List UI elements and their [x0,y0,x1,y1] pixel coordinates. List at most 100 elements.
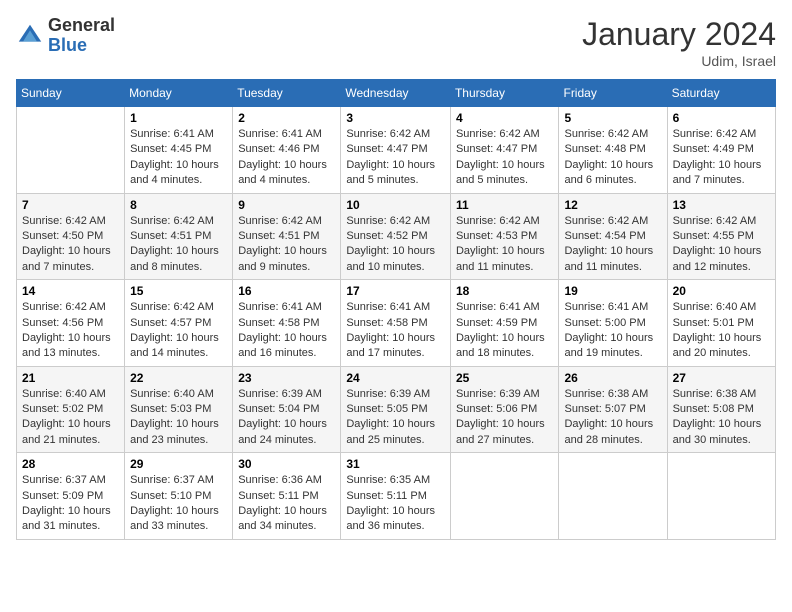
day-info: Sunrise: 6:41 AM Sunset: 4:59 PM Dayligh… [456,300,554,362]
day-info: Sunrise: 6:41 AM Sunset: 4:58 PM Dayligh… [346,300,445,362]
calendar-cell [17,107,125,194]
calendar-cell [559,453,667,540]
header-cell-wednesday: Wednesday [341,80,451,107]
calendar-cell: 19 Sunrise: 6:41 AM Sunset: 5:00 PM Dayli… [559,280,667,367]
calendar-cell: 3 Sunrise: 6:42 AM Sunset: 4:47 PM Daylig… [341,107,451,194]
calendar-body: 1 Sunrise: 6:41 AM Sunset: 4:45 PM Daylig… [17,107,776,540]
day-info: Sunrise: 6:42 AM Sunset: 4:56 PM Dayligh… [22,300,119,362]
calendar-cell: 5Sunrise: 6:42 AM Sunset: 4:48 PM Daylig… [559,107,667,194]
calendar-cell: 1 Sunrise: 6:41 AM Sunset: 4:45 PM Daylig… [125,107,233,194]
day-number: 2 [238,111,335,125]
day-number: 20 [673,284,770,298]
day-number: 17 [346,284,445,298]
day-number: 22 [130,371,227,385]
logo: General Blue [16,16,115,56]
calendar-cell: 27 Sunrise: 6:38 AM Sunset: 5:08 PM Dayli… [667,366,775,453]
calendar-week-3: 14 Sunrise: 6:42 AM Sunset: 4:56 PM Dayli… [17,280,776,367]
calendar-cell: 28 Sunrise: 6:37 AM Sunset: 5:09 PM Dayli… [17,453,125,540]
day-info: Sunrise: 6:41 AM Sunset: 4:58 PM Dayligh… [238,300,335,362]
day-info: Sunrise: 6:39 AM Sunset: 5:06 PM Dayligh… [456,387,554,449]
calendar-cell: 6Sunrise: 6:42 AM Sunset: 4:49 PM Daylig… [667,107,775,194]
calendar-cell [667,453,775,540]
calendar-cell: 21 Sunrise: 6:40 AM Sunset: 5:02 PM Dayli… [17,366,125,453]
day-number: 24 [346,371,445,385]
calendar-cell: 18 Sunrise: 6:41 AM Sunset: 4:59 PM Dayli… [450,280,559,367]
day-info: Sunrise: 6:41 AM Sunset: 5:00 PM Dayligh… [564,300,661,362]
day-info: Sunrise: 6:42 AM Sunset: 4:50 PM Dayligh… [22,214,119,276]
calendar-table: SundayMondayTuesdayWednesdayThursdayFrid… [16,79,776,540]
day-number: 1 [130,111,227,125]
day-number: 5 [564,111,661,125]
day-info: Sunrise: 6:35 AM Sunset: 5:11 PM Dayligh… [346,473,445,535]
calendar-cell: 8 Sunrise: 6:42 AM Sunset: 4:51 PM Daylig… [125,193,233,280]
calendar-cell: 15Sunrise: 6:42 AM Sunset: 4:57 PM Dayli… [125,280,233,367]
calendar-cell: 9Sunrise: 6:42 AM Sunset: 4:51 PM Daylig… [233,193,341,280]
day-number: 11 [456,198,554,212]
day-info: Sunrise: 6:37 AM Sunset: 5:09 PM Dayligh… [22,473,119,535]
day-info: Sunrise: 6:40 AM Sunset: 5:03 PM Dayligh… [130,387,227,449]
logo-blue: Blue [48,36,115,56]
day-number: 8 [130,198,227,212]
logo-icon [16,22,44,50]
day-info: Sunrise: 6:38 AM Sunset: 5:07 PM Dayligh… [564,387,661,449]
calendar-week-4: 21 Sunrise: 6:40 AM Sunset: 5:02 PM Dayli… [17,366,776,453]
day-number: 7 [22,198,119,212]
day-info: Sunrise: 6:39 AM Sunset: 5:05 PM Dayligh… [346,387,445,449]
day-number: 26 [564,371,661,385]
day-info: Sunrise: 6:41 AM Sunset: 4:45 PM Dayligh… [130,127,227,189]
calendar-header: SundayMondayTuesdayWednesdayThursdayFrid… [17,80,776,107]
header-cell-tuesday: Tuesday [233,80,341,107]
day-number: 3 [346,111,445,125]
day-number: 27 [673,371,770,385]
day-info: Sunrise: 6:42 AM Sunset: 4:51 PM Dayligh… [130,214,227,276]
day-number: 18 [456,284,554,298]
day-number: 23 [238,371,335,385]
day-info: Sunrise: 6:42 AM Sunset: 4:47 PM Dayligh… [456,127,554,189]
calendar-cell: 24 Sunrise: 6:39 AM Sunset: 5:05 PM Dayli… [341,366,451,453]
calendar-cell: 7 Sunrise: 6:42 AM Sunset: 4:50 PM Daylig… [17,193,125,280]
calendar-cell: 14 Sunrise: 6:42 AM Sunset: 4:56 PM Dayli… [17,280,125,367]
day-info: Sunrise: 6:42 AM Sunset: 4:51 PM Dayligh… [238,214,335,276]
day-info: Sunrise: 6:40 AM Sunset: 5:01 PM Dayligh… [673,300,770,362]
day-number: 31 [346,457,445,471]
day-info: Sunrise: 6:38 AM Sunset: 5:08 PM Dayligh… [673,387,770,449]
day-number: 19 [564,284,661,298]
day-info: Sunrise: 6:41 AM Sunset: 4:46 PM Dayligh… [238,127,335,189]
day-info: Sunrise: 6:40 AM Sunset: 5:02 PM Dayligh… [22,387,119,449]
title-block: January 2024 Udim, Israel [582,16,776,69]
header-cell-friday: Friday [559,80,667,107]
day-number: 21 [22,371,119,385]
calendar-cell: 29Sunrise: 6:37 AM Sunset: 5:10 PM Dayli… [125,453,233,540]
logo-text: General Blue [48,16,115,56]
header-cell-sunday: Sunday [17,80,125,107]
day-number: 30 [238,457,335,471]
day-info: Sunrise: 6:42 AM Sunset: 4:53 PM Dayligh… [456,214,554,276]
day-number: 14 [22,284,119,298]
day-info: Sunrise: 6:42 AM Sunset: 4:57 PM Dayligh… [130,300,227,362]
day-info: Sunrise: 6:42 AM Sunset: 4:47 PM Dayligh… [346,127,445,189]
calendar-week-2: 7 Sunrise: 6:42 AM Sunset: 4:50 PM Daylig… [17,193,776,280]
header-cell-monday: Monday [125,80,233,107]
header-cell-thursday: Thursday [450,80,559,107]
calendar-cell: 13Sunrise: 6:42 AM Sunset: 4:55 PM Dayli… [667,193,775,280]
month-title: January 2024 [582,16,776,53]
day-info: Sunrise: 6:42 AM Sunset: 4:49 PM Dayligh… [673,127,770,189]
day-number: 28 [22,457,119,471]
day-info: Sunrise: 6:37 AM Sunset: 5:10 PM Dayligh… [130,473,227,535]
calendar-cell: 23 Sunrise: 6:39 AM Sunset: 5:04 PM Dayli… [233,366,341,453]
calendar-cell: 20 Sunrise: 6:40 AM Sunset: 5:01 PM Dayli… [667,280,775,367]
day-number: 25 [456,371,554,385]
day-info: Sunrise: 6:39 AM Sunset: 5:04 PM Dayligh… [238,387,335,449]
calendar-cell: 16 Sunrise: 6:41 AM Sunset: 4:58 PM Dayli… [233,280,341,367]
calendar-cell: 26 Sunrise: 6:38 AM Sunset: 5:07 PM Dayli… [559,366,667,453]
calendar-cell: 25 Sunrise: 6:39 AM Sunset: 5:06 PM Dayli… [450,366,559,453]
day-number: 12 [564,198,661,212]
calendar-cell: 17 Sunrise: 6:41 AM Sunset: 4:58 PM Dayli… [341,280,451,367]
header-cell-saturday: Saturday [667,80,775,107]
location: Udim, Israel [582,53,776,69]
day-number: 16 [238,284,335,298]
calendar-cell: 4 Sunrise: 6:42 AM Sunset: 4:47 PM Daylig… [450,107,559,194]
day-info: Sunrise: 6:42 AM Sunset: 4:52 PM Dayligh… [346,214,445,276]
day-number: 4 [456,111,554,125]
header-row: SundayMondayTuesdayWednesdayThursdayFrid… [17,80,776,107]
